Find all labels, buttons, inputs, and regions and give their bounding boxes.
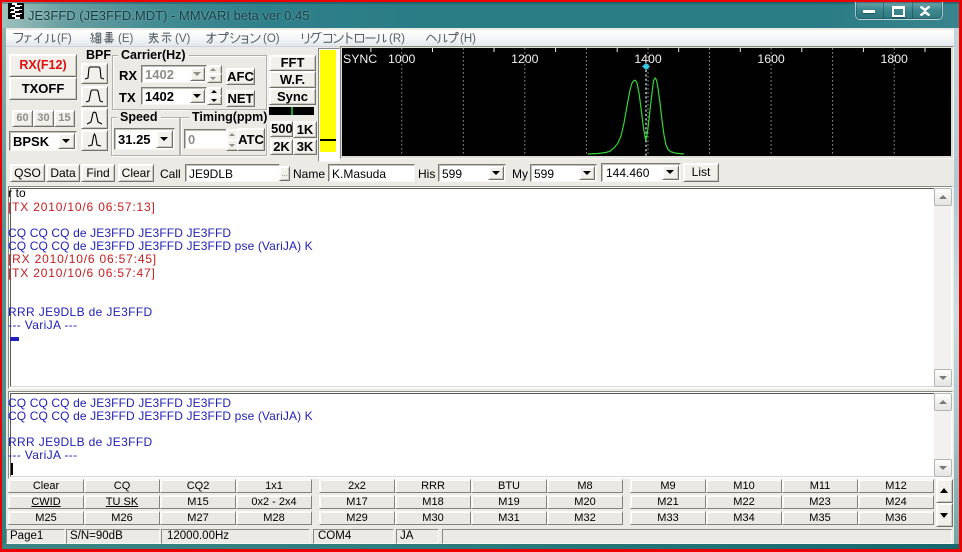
svg-text:(F): (F)	[57, 33, 72, 45]
svg-text:(H): (H)	[460, 33, 476, 45]
svg-text:1400: 1400	[634, 52, 662, 66]
svg-text:1800: 1800	[881, 52, 909, 66]
svg-text:(E): (E)	[118, 33, 134, 45]
svg-text:(V): (V)	[175, 33, 191, 45]
svg-text:1600: 1600	[757, 52, 785, 66]
svg-text:1200: 1200	[511, 52, 539, 66]
svg-text:SYNC: SYNC	[343, 52, 377, 66]
svg-text:(O): (O)	[263, 33, 280, 45]
svg-text:1000: 1000	[388, 52, 416, 66]
svg-text:(R): (R)	[389, 33, 405, 45]
